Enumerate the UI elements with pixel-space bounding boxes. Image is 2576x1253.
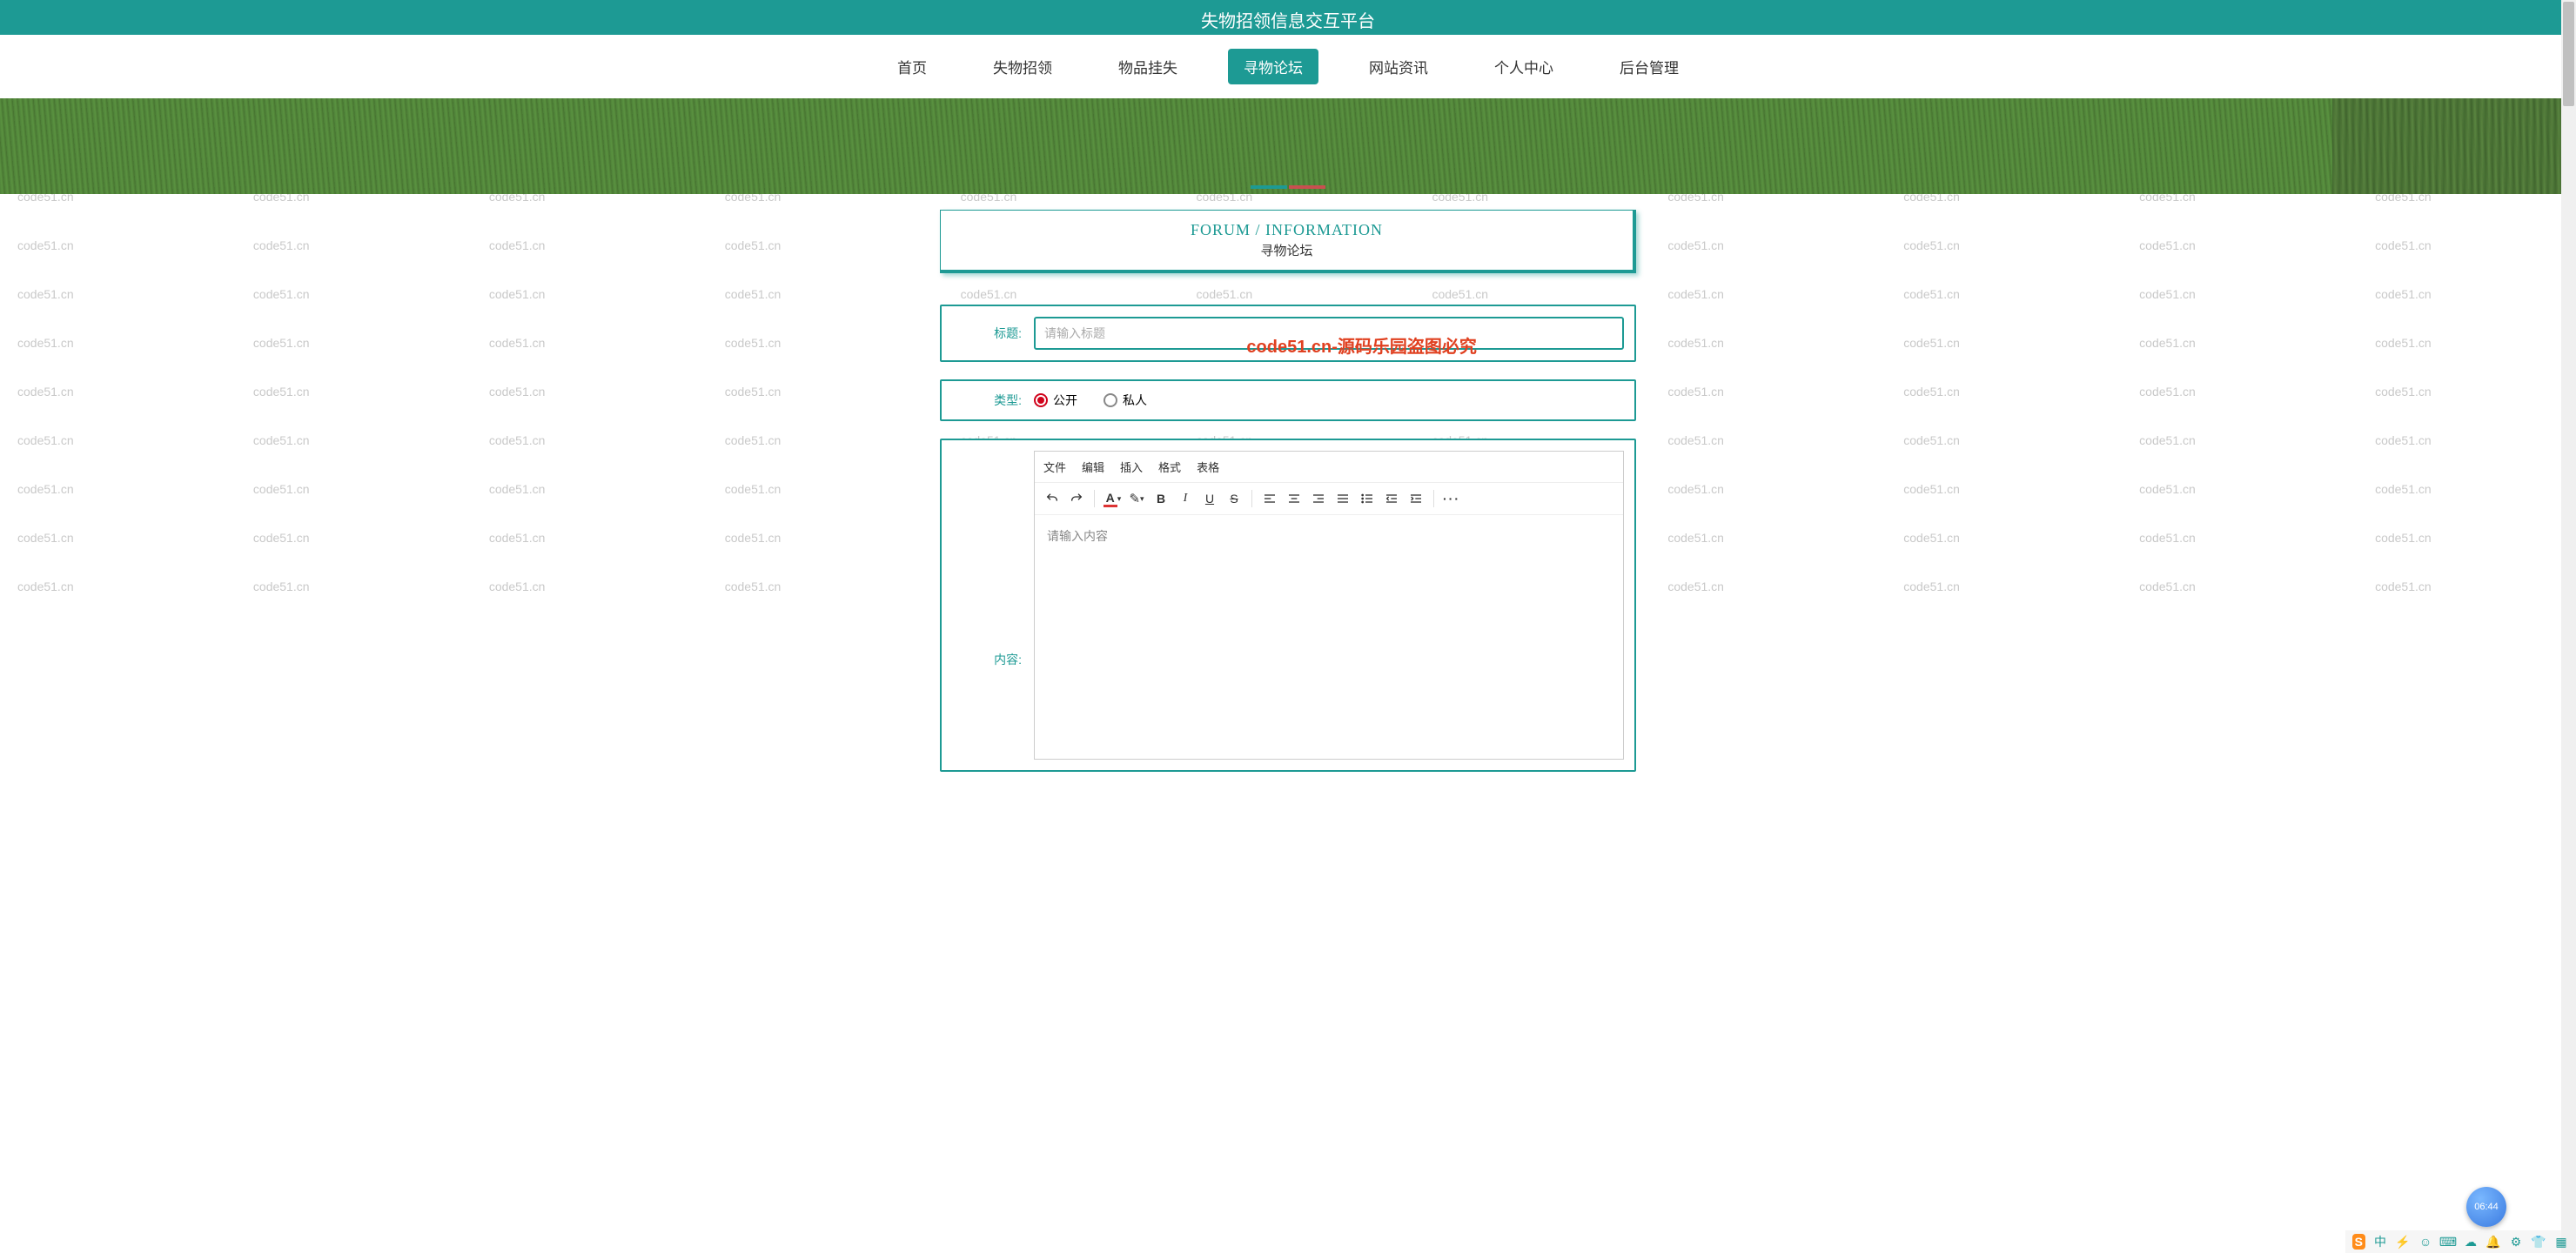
- title-label: 标题:: [952, 325, 1022, 342]
- indent-decrease-icon[interactable]: [1379, 486, 1404, 511]
- editor-toolbar: A▾✎▾BIUS ···: [1035, 483, 1623, 515]
- bold-icon[interactable]: B: [1149, 486, 1173, 511]
- tray-keyboard-icon[interactable]: ⌨: [2440, 1234, 2456, 1250]
- section-title-en: FORUM / INFORMATION: [941, 221, 1633, 239]
- radio-option-0[interactable]: 公开: [1034, 392, 1077, 409]
- editor-menubar: 文件编辑插入格式表格: [1035, 452, 1623, 483]
- align-center-icon[interactable]: [1282, 486, 1306, 511]
- nav-item-0[interactable]: 首页: [882, 49, 943, 84]
- tray-grid-icon[interactable]: ▦: [2553, 1234, 2569, 1250]
- scrollbar-thumb[interactable]: [2563, 2, 2574, 106]
- editor-menu-0[interactable]: 文件: [1043, 459, 1066, 475]
- radio-circle-icon: [1034, 393, 1048, 407]
- radio-circle-icon: [1104, 393, 1117, 407]
- carousel-indicators: [1251, 185, 1325, 189]
- content-label: 内容:: [952, 451, 1022, 760]
- banner-image: [0, 98, 2576, 194]
- redo-icon[interactable]: [1064, 486, 1089, 511]
- language-indicator[interactable]: 中: [2372, 1234, 2388, 1250]
- tray-smile-icon[interactable]: ☺: [2418, 1234, 2433, 1250]
- banner-bamboo-texture: [2332, 98, 2576, 194]
- radio-option-1[interactable]: 私人: [1104, 392, 1147, 409]
- carousel-dot-1[interactable]: [1251, 185, 1287, 189]
- type-label: 类型:: [952, 392, 1022, 409]
- toolbar-separator: [1251, 490, 1252, 507]
- radio-label: 私人: [1123, 392, 1147, 409]
- system-tray: S 中 ⚡ ☺ ⌨ ☁ 🔔 ⚙ 👕 ▦: [2345, 1230, 2576, 1253]
- more-icon[interactable]: ···: [1439, 486, 1464, 511]
- tray-cloud-icon[interactable]: ☁: [2463, 1234, 2479, 1250]
- underline-icon[interactable]: U: [1197, 486, 1222, 511]
- align-justify-icon[interactable]: [1331, 486, 1355, 511]
- vertical-scrollbar[interactable]: [2561, 0, 2576, 1253]
- italic-icon[interactable]: I: [1173, 486, 1197, 511]
- toolbar-separator: [1094, 490, 1095, 507]
- strike-icon[interactable]: S: [1222, 486, 1246, 511]
- text-color-icon[interactable]: A▾: [1100, 486, 1124, 511]
- header-title: 失物招领信息交互平台: [1201, 12, 1375, 31]
- indent-increase-icon[interactable]: [1404, 486, 1428, 511]
- nav-item-3[interactable]: 寻物论坛: [1228, 49, 1318, 84]
- nav-item-4[interactable]: 网站资讯: [1353, 49, 1444, 84]
- tray-notify-icon[interactable]: 🔔: [2485, 1234, 2501, 1250]
- form-row-content: 内容: 文件编辑插入格式表格 A▾✎▾BIUS ··· 请输入内容: [940, 439, 1636, 772]
- align-left-icon[interactable]: [1258, 486, 1282, 511]
- rich-text-editor: 文件编辑插入格式表格 A▾✎▾BIUS ··· 请输入内容: [1034, 451, 1624, 760]
- tray-settings-icon[interactable]: ⚙: [2508, 1234, 2524, 1250]
- form-row-type: 类型: 公开 私人: [940, 379, 1636, 421]
- list-bullet-icon[interactable]: [1355, 486, 1379, 511]
- title-input[interactable]: [1034, 317, 1624, 350]
- ime-indicator-icon[interactable]: S: [2352, 1234, 2365, 1250]
- main-content: FORUM / INFORMATION 寻物论坛 标题: 类型: 公开 私人 内容…: [940, 210, 1636, 772]
- floating-clock-badge[interactable]: 06:44: [2466, 1187, 2506, 1227]
- section-title-cn: 寻物论坛: [941, 241, 1633, 259]
- tray-person-icon[interactable]: 👕: [2531, 1234, 2546, 1250]
- toolbar-separator: [1433, 490, 1434, 507]
- banner-grass-texture: [0, 98, 2576, 194]
- editor-menu-2[interactable]: 插入: [1120, 459, 1143, 475]
- editor-menu-4[interactable]: 表格: [1197, 459, 1219, 475]
- align-right-icon[interactable]: [1306, 486, 1331, 511]
- clock-time: 06:44: [2474, 1202, 2499, 1212]
- carousel-dot-2[interactable]: [1289, 185, 1325, 189]
- editor-menu-3[interactable]: 格式: [1158, 459, 1181, 475]
- editor-menu-1[interactable]: 编辑: [1082, 459, 1104, 475]
- bg-color-icon[interactable]: ✎▾: [1124, 486, 1149, 511]
- undo-icon[interactable]: [1040, 486, 1064, 511]
- tray-power-icon[interactable]: ⚡: [2395, 1234, 2411, 1250]
- editor-body[interactable]: 请输入内容: [1035, 515, 1623, 759]
- nav-item-6[interactable]: 后台管理: [1604, 49, 1694, 84]
- section-title-panel: FORUM / INFORMATION 寻物论坛: [940, 210, 1636, 273]
- header-bar: 失物招领信息交互平台: [0, 0, 2576, 35]
- form-row-title: 标题:: [940, 305, 1636, 362]
- nav-item-1[interactable]: 失物招领: [977, 49, 1068, 84]
- nav-item-2[interactable]: 物品挂失: [1103, 49, 1193, 84]
- main-nav: 首页失物招领物品挂失寻物论坛网站资讯个人中心后台管理: [0, 35, 2576, 98]
- type-radio-group: 公开 私人: [1034, 392, 1147, 409]
- editor-placeholder: 请输入内容: [1047, 529, 1108, 543]
- radio-label: 公开: [1053, 392, 1077, 409]
- nav-item-5[interactable]: 个人中心: [1479, 49, 1569, 84]
